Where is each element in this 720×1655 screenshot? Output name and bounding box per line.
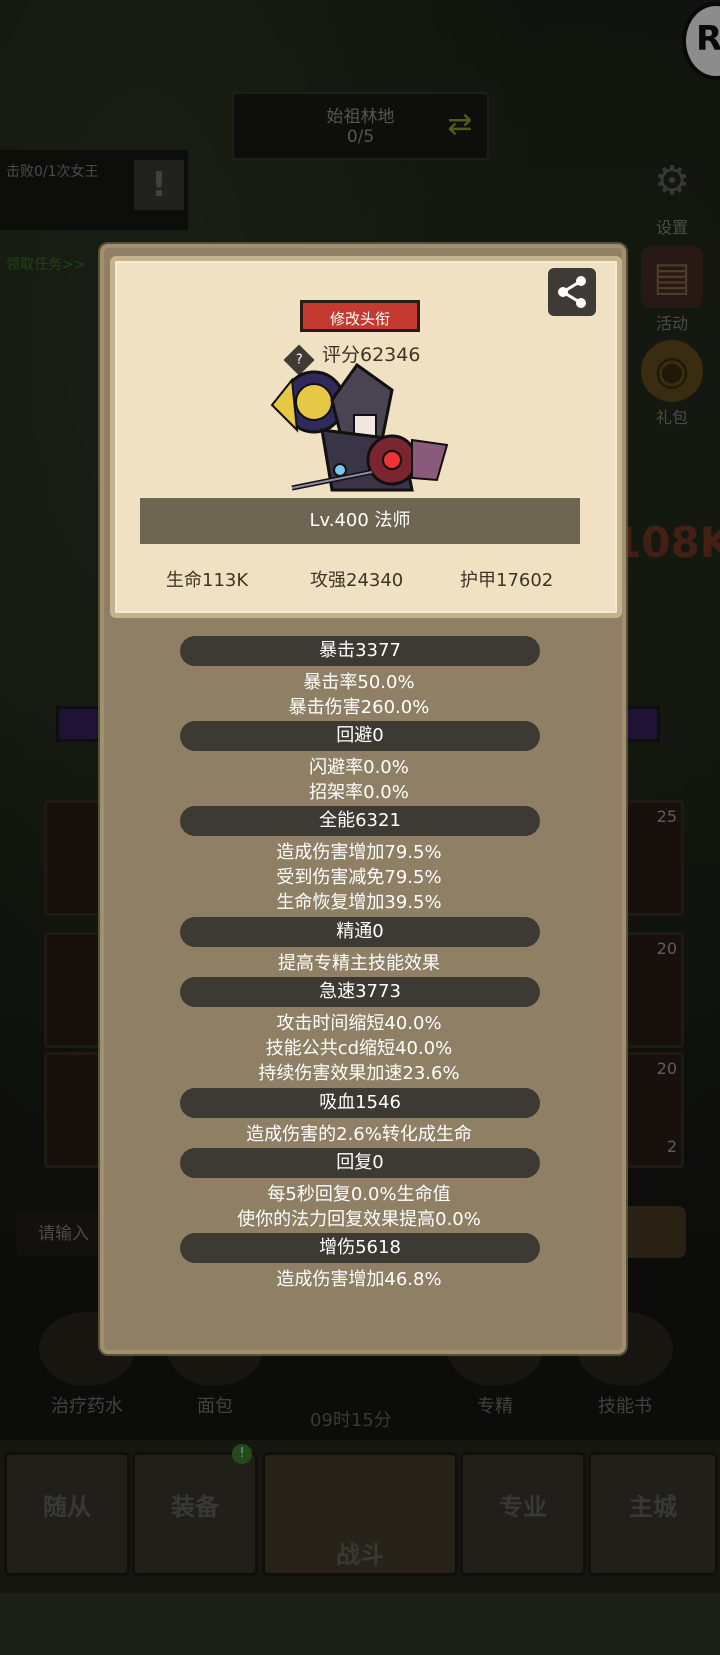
stat-header-haste: 急速3773 bbox=[180, 977, 540, 1007]
stat-line: 造成伤害增加79.5% bbox=[276, 842, 442, 863]
stat-line: 持续伤害效果加速23.6% bbox=[258, 1063, 460, 1084]
stat-header-regen: 回复0 bbox=[180, 1148, 540, 1178]
stat-header-lifesteal: 吸血1546 bbox=[180, 1088, 540, 1118]
stat-line: 暴击伤害260.0% bbox=[288, 697, 430, 718]
stat-line: 受到伤害减免79.5% bbox=[276, 867, 442, 888]
stat-header-damage-bonus: 增伤5618 bbox=[180, 1233, 540, 1263]
stat-line: 闪避率0.0% bbox=[309, 757, 409, 778]
stat-line: 使你的法力回复效果提高0.0% bbox=[237, 1209, 481, 1230]
level-class-bar: Lv.400 法师 bbox=[140, 498, 580, 544]
stat-line: 造成伤害增加46.8% bbox=[276, 1269, 442, 1290]
stat-line: 造成伤害的2.6%转化成生命 bbox=[246, 1124, 472, 1145]
stat-header-crit: 暴击3377 bbox=[180, 636, 540, 666]
stat-line: 生命恢复增加39.5% bbox=[276, 892, 442, 913]
stat-attack: 攻强24340 bbox=[310, 570, 404, 591]
stat-hp: 生命113K bbox=[166, 570, 249, 591]
stat-header-versatility: 全能6321 bbox=[180, 806, 540, 836]
share-icon bbox=[558, 276, 586, 308]
stat-header-mastery: 精通0 bbox=[180, 917, 540, 947]
stat-line: 暴击率50.0% bbox=[303, 672, 415, 693]
edit-title-button[interactable]: 修改头衔 bbox=[300, 300, 420, 332]
character-avatar bbox=[270, 362, 449, 492]
share-button[interactable] bbox=[548, 268, 596, 316]
stat-line: 提高专精主技能效果 bbox=[278, 953, 440, 974]
stat-line: 招架率0.0% bbox=[309, 782, 409, 803]
stat-line: 技能公共cd缩短40.0% bbox=[265, 1038, 453, 1059]
stat-header-evasion: 回避0 bbox=[180, 721, 540, 751]
stat-line: 攻击时间缩短40.0% bbox=[276, 1013, 442, 1034]
stat-armor: 护甲17602 bbox=[460, 570, 554, 591]
stat-line: 每5秒回复0.0%生命值 bbox=[267, 1184, 451, 1205]
